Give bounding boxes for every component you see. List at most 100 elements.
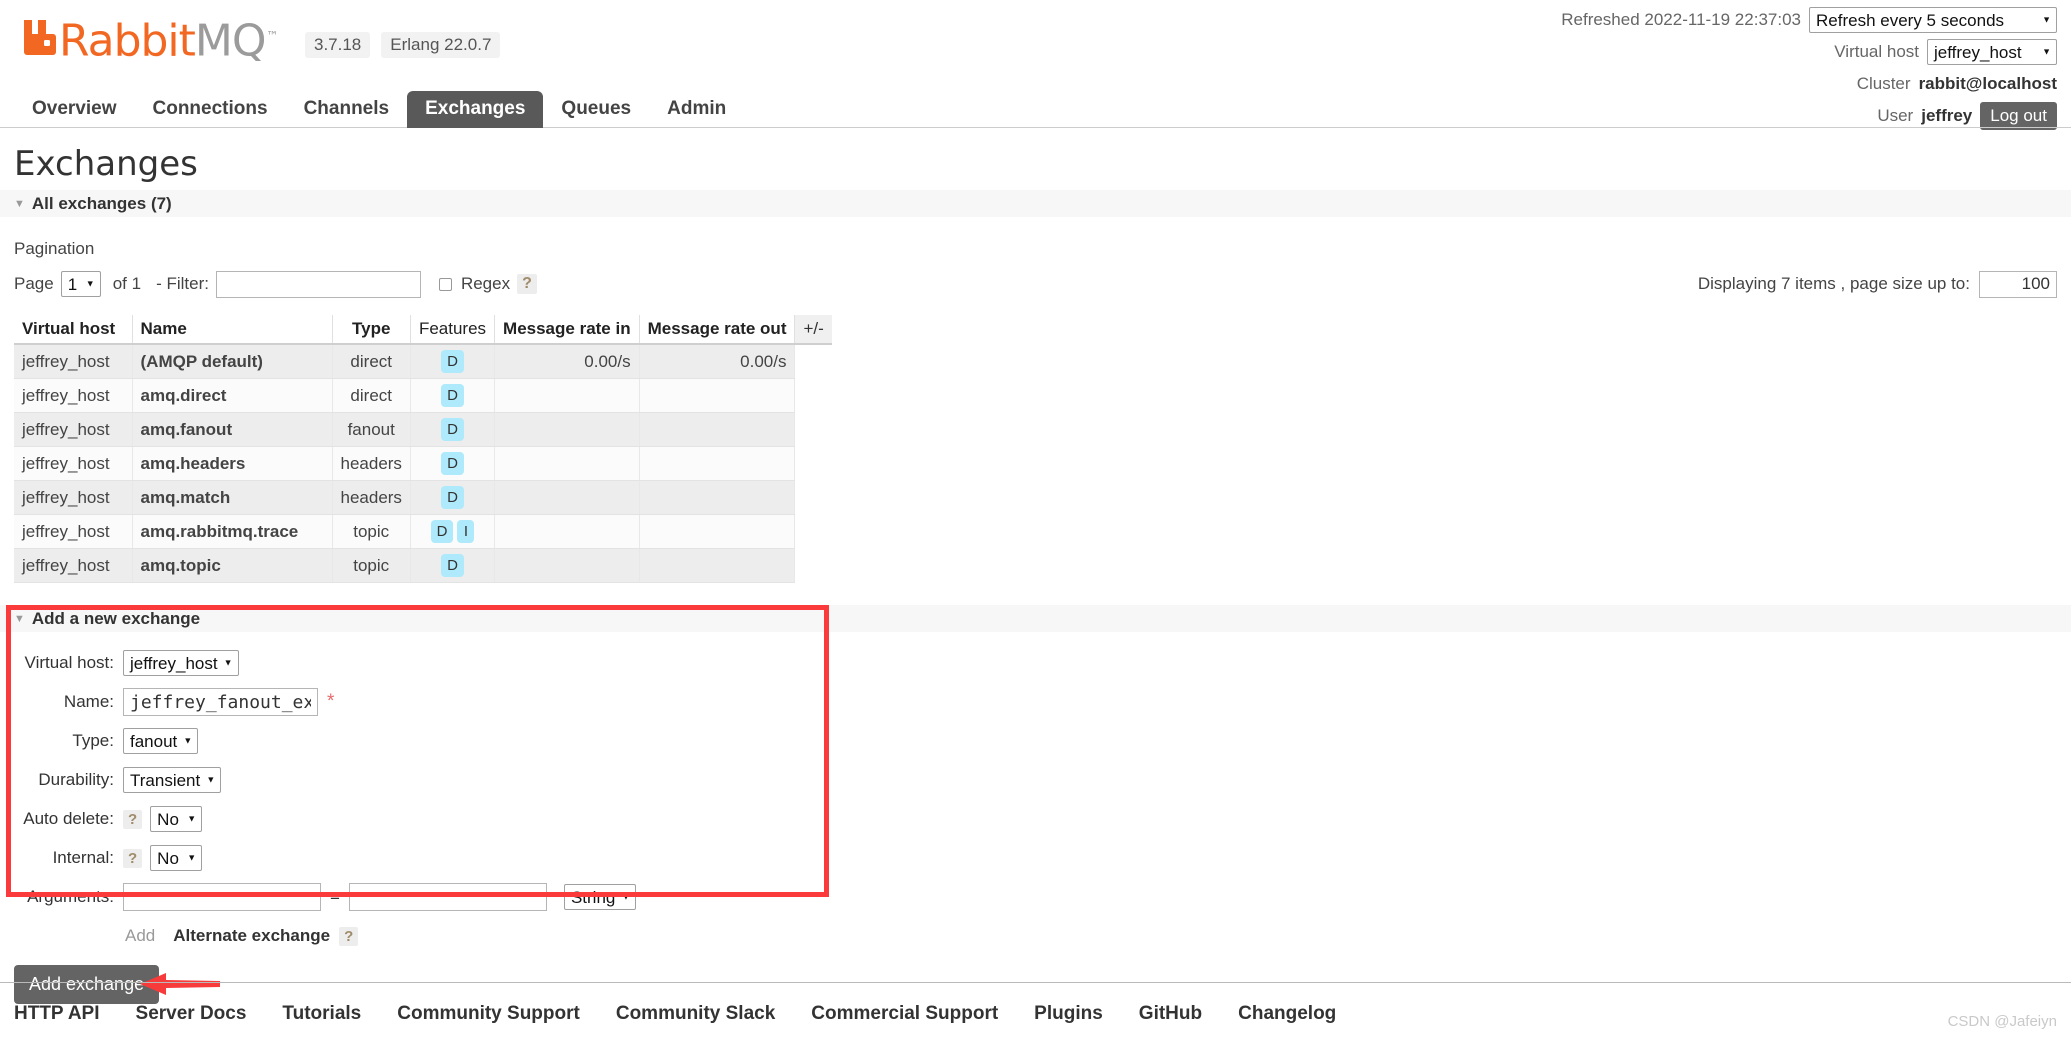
displaying-info: Displaying 7 items , page size up to: (1698, 267, 2057, 301)
filter-label: - Filter: (156, 274, 209, 293)
table-row[interactable]: jeffrey_host amq.direct direct D (14, 378, 832, 413)
footer-link-http-api[interactable]: HTTP API (14, 1003, 100, 1025)
internal-help-icon[interactable]: ? (123, 848, 143, 868)
refresh-interval-select[interactable]: Refresh every 5 seconds (1809, 6, 2057, 33)
cell-message-rate-in (494, 412, 640, 447)
footer-link-commercial-support[interactable]: Commercial Support (811, 1003, 998, 1025)
cluster-value: rabbit@localhost (1918, 73, 2057, 93)
footer-link-github[interactable]: GitHub (1139, 1003, 1202, 1025)
cell-spacer (794, 378, 832, 413)
cell-message-rate-out (639, 548, 796, 583)
table-row[interactable]: jeffrey_host (AMQP default) direct D 0.00/s 0… (14, 344, 832, 379)
page-title: Exchanges (14, 144, 198, 184)
tab-overview[interactable]: Overview (14, 91, 135, 128)
vhost-label: Virtual host (1834, 41, 1919, 61)
form-row-autodelete: Auto delete: ? No (14, 802, 2057, 836)
cell-message-rate-out (639, 514, 796, 549)
table-row[interactable]: jeffrey_host amq.topic topic D (14, 548, 832, 583)
refreshed-timestamp: Refreshed 2022-11-19 22:37:03 (1561, 9, 1801, 29)
cell-features: D (410, 480, 496, 515)
regex-help-icon[interactable]: ? (517, 274, 537, 294)
tab-connections[interactable]: Connections (135, 91, 286, 128)
feature-badge-d: D (441, 350, 464, 373)
filter-input[interactable] (215, 270, 421, 298)
cell-virtual-host: jeffrey_host (14, 344, 133, 379)
displaying-text: Displaying 7 items , page size up to: (1697, 274, 1970, 293)
col-virtual-host[interactable]: Virtual host (14, 315, 133, 345)
form-row-durability: Durability: Transient (14, 763, 2057, 797)
feature-badge-d: D (441, 384, 464, 407)
form-vhost-select[interactable]: jeffrey_host (123, 650, 239, 676)
cell-name: amq.rabbitmq.trace (132, 514, 333, 549)
form-name-input[interactable] (123, 688, 318, 716)
cell-message-rate-in: 0.00/s (494, 344, 640, 379)
cell-virtual-host: jeffrey_host (14, 548, 133, 583)
cell-features: D (410, 412, 496, 447)
footer-link-plugins[interactable]: Plugins (1034, 1003, 1103, 1025)
all-exchanges-section-header[interactable]: ▼ All exchanges (7) (0, 190, 2071, 217)
form-row-vhost: Virtual host: jeffrey_host (14, 646, 2057, 680)
table-row[interactable]: jeffrey_host amq.rabbitmq.trace topic D I (14, 514, 832, 549)
add-exchange-section: ▼ Add a new exchange Virtual host: jeffr… (0, 605, 2071, 1005)
cluster-label: Cluster (1856, 73, 1911, 93)
col-name[interactable]: Name (132, 315, 333, 345)
page-footer: HTTP API Server Docs Tutorials Community Su… (0, 982, 2071, 1044)
table-row[interactable]: jeffrey_host amq.fanout fanout D (14, 412, 832, 447)
cell-type: fanout (332, 412, 411, 447)
cell-message-rate-out: 0.00/s (639, 344, 796, 379)
vhost-select[interactable]: jeffrey_host (1927, 38, 2057, 65)
regex-checkbox[interactable] (438, 277, 452, 291)
page-number-select[interactable]: 1 (60, 271, 101, 297)
col-message-rate-out[interactable]: Message rate out (639, 315, 796, 345)
col-expand-toggle[interactable]: +/- (794, 315, 832, 345)
cell-features: DI (410, 514, 496, 549)
rabbitmq-management-page: RabbitMQ™ 3.7.18 Erlang 22.0.7 Refreshed… (0, 0, 2071, 1044)
cell-name: (AMQP default) (132, 344, 333, 379)
form-autodelete-select[interactable]: No (150, 806, 203, 832)
cell-features: D (410, 446, 496, 481)
col-message-rate-in[interactable]: Message rate in (494, 315, 640, 345)
form-name-label: Name: (63, 692, 114, 711)
table-row[interactable]: jeffrey_host amq.headers headers D (14, 446, 832, 481)
cell-message-rate-out (639, 412, 796, 447)
rabbitmq-logo[interactable]: RabbitMQ™ (22, 16, 279, 64)
form-durability-select[interactable]: Transient (123, 767, 222, 793)
feature-badge-d: D (441, 418, 464, 441)
cell-features: D (410, 344, 496, 379)
cell-name: amq.headers (132, 446, 333, 481)
alternate-exchange-help-icon[interactable]: ? (339, 926, 359, 946)
cell-message-rate-in (494, 514, 640, 549)
feature-badge-d: D (441, 452, 464, 475)
autodelete-help-icon[interactable]: ? (123, 809, 143, 829)
col-type[interactable]: Type (332, 315, 411, 345)
tab-admin[interactable]: Admin (649, 91, 744, 128)
col-features[interactable]: Features (410, 315, 496, 345)
tab-channels[interactable]: Channels (286, 91, 408, 128)
argument-type-select[interactable]: String (563, 884, 637, 910)
page-header: RabbitMQ™ 3.7.18 Erlang 22.0.7 Refreshed… (0, 0, 2071, 130)
cell-spacer (794, 548, 832, 583)
argument-value-input[interactable] (348, 883, 547, 911)
page-size-input[interactable] (1979, 270, 2057, 298)
footer-link-tutorials[interactable]: Tutorials (282, 1003, 361, 1025)
footer-link-community-support[interactable]: Community Support (397, 1003, 580, 1025)
cell-type: topic (332, 548, 411, 583)
pagination-controls: Page 1 of 1 - Filter: Regex ? Displaying… (14, 267, 2057, 301)
form-type-label: Type: (72, 731, 114, 750)
footer-link-changelog[interactable]: Changelog (1238, 1003, 1336, 1025)
argument-key-input[interactable] (123, 883, 321, 911)
footer-link-community-slack[interactable]: Community Slack (616, 1003, 775, 1025)
logo-text-rabbit: Rabbit (59, 16, 196, 67)
form-type-select[interactable]: fanout (123, 728, 199, 754)
tab-queues[interactable]: Queues (543, 91, 649, 128)
cell-name: amq.match (132, 480, 333, 515)
table-row[interactable]: jeffrey_host amq.match headers D (14, 480, 832, 515)
footer-link-server-docs[interactable]: Server Docs (136, 1003, 247, 1025)
exchanges-table: Virtual host Name Type Features Message … (14, 315, 832, 583)
add-argument-link[interactable]: Add (125, 926, 155, 946)
cell-virtual-host: jeffrey_host (14, 480, 133, 515)
add-exchange-section-header[interactable]: ▼ Add a new exchange (0, 605, 2071, 632)
form-internal-select[interactable]: No (150, 845, 203, 871)
tab-exchanges[interactable]: Exchanges (407, 91, 544, 128)
vhost-row: Virtual host jeffrey_host (1561, 38, 2057, 65)
